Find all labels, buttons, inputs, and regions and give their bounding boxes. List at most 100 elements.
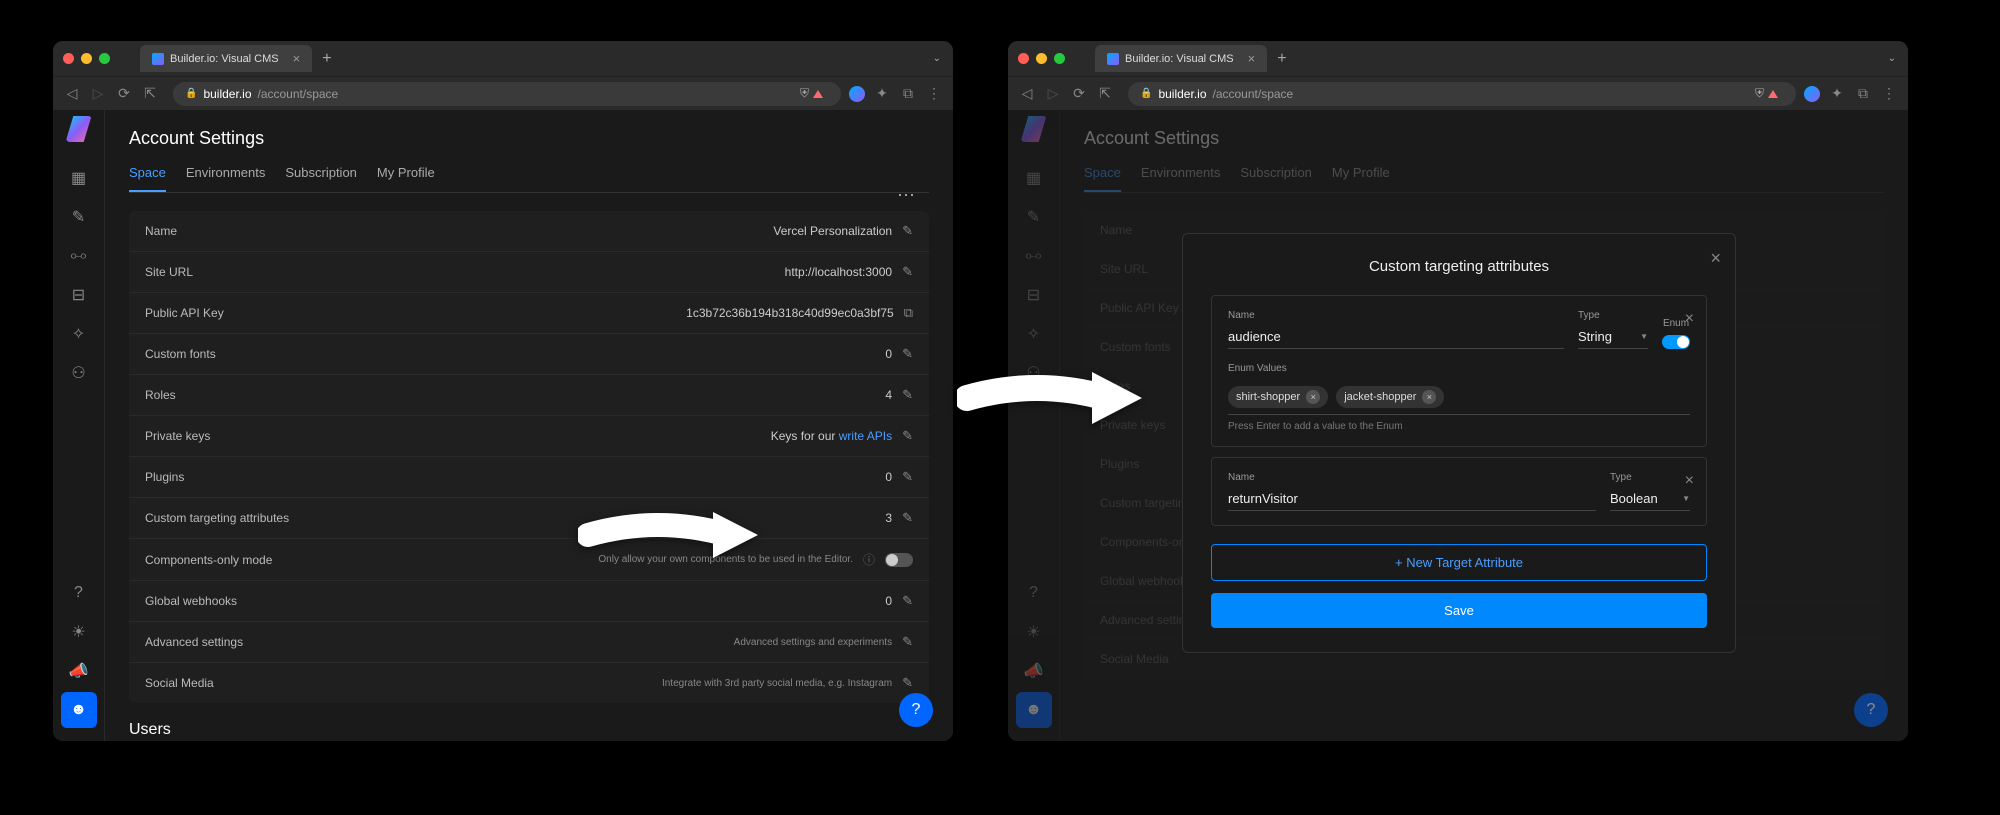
sidebar-wand-icon[interactable]: ✎ (61, 199, 97, 235)
tab-environments[interactable]: Environments (186, 165, 265, 192)
attr-type-select[interactable]: Boolean▼ (1610, 487, 1690, 511)
new-tab-button[interactable]: + (322, 50, 331, 68)
save-button[interactable]: Save (1211, 593, 1707, 628)
titlebar: Builder.io: Visual CMS × + ⌄ (53, 41, 953, 76)
tabs-dropdown-icon[interactable]: ⌄ (1888, 53, 1896, 64)
targeting-modal: × Custom targeting attributes × Name Typ… (1182, 233, 1736, 653)
chip: jacket-shopper× (1336, 386, 1444, 408)
address-input[interactable]: 🔒 builder.io/account/space ⛨ (173, 82, 841, 106)
sidebar-models-icon[interactable]: ⧟ (61, 238, 97, 274)
window-controls[interactable] (1018, 53, 1065, 64)
pencil-icon[interactable]: ✎ (902, 593, 913, 609)
reload-icon[interactable]: ⟳ (1070, 85, 1088, 102)
users-heading: Users (129, 721, 929, 739)
write-apis-link[interactable]: write APIs (839, 429, 892, 443)
reload-icon[interactable]: ⟳ (115, 85, 133, 102)
row-components-only: Components-only mode Only allow your own… (129, 539, 929, 581)
chip: shirt-shopper× (1228, 386, 1328, 408)
favicon (152, 53, 164, 65)
row-advanced: Advanced settings Advanced settings and … (129, 622, 929, 663)
bookmark-icon[interactable]: ⇱ (141, 85, 159, 102)
pencil-icon[interactable]: ✎ (902, 428, 913, 444)
row-plugins: Plugins 0✎ (129, 457, 929, 498)
pencil-icon[interactable]: ✎ (902, 264, 913, 280)
tab-my-profile[interactable]: My Profile (377, 165, 435, 192)
tab-title: Builder.io: Visual CMS (170, 53, 279, 65)
sidebar-account-icon[interactable]: ☻ (61, 692, 97, 728)
sidebar-announce-icon[interactable]: 📣 (61, 653, 97, 689)
pencil-icon[interactable]: ✎ (902, 634, 913, 650)
help-fab[interactable]: ? (1854, 693, 1888, 727)
lock-icon: 🔒 (185, 88, 197, 99)
bookmark-icon[interactable]: ⇱ (1096, 85, 1114, 102)
tab-close-icon[interactable]: × (293, 51, 301, 66)
extension-builder-icon[interactable] (849, 86, 865, 102)
enum-toggle[interactable] (1662, 335, 1690, 349)
browser-tab[interactable]: Builder.io: Visual CMS × (140, 45, 312, 72)
sidebar-data-icon[interactable]: ⊟ (61, 277, 97, 313)
menu-icon[interactable]: ⋮ (1880, 85, 1898, 102)
pip-icon[interactable]: ⧉ (1854, 85, 1872, 102)
warning-icon (1768, 90, 1778, 98)
pencil-icon[interactable]: ✎ (902, 510, 913, 526)
url-bar: ◁ ▷ ⟳ ⇱ 🔒 builder.io/account/space ⛨ ✦ ⧉… (1008, 76, 1908, 110)
address-input[interactable]: 🔒 builder.io/account/space ⛨ (1128, 82, 1796, 106)
sidebar-users-icon[interactable]: ⚇ (61, 355, 97, 391)
row-site-url: Site URL http://localhost:3000✎ (129, 252, 929, 293)
pip-icon[interactable]: ⧉ (899, 85, 917, 102)
attr-name-input[interactable] (1228, 325, 1564, 349)
attr-name-input[interactable] (1228, 487, 1596, 511)
chip-remove-icon[interactable]: × (1422, 390, 1436, 404)
new-tab-button[interactable]: + (1277, 50, 1286, 68)
app-logo (1021, 116, 1047, 142)
copy-icon[interactable]: ⧉ (904, 305, 913, 321)
sidebar-code-icon[interactable]: ✧ (61, 316, 97, 352)
nav-forward-icon: ▷ (1044, 85, 1062, 102)
warning-icon (813, 90, 823, 98)
components-only-toggle[interactable] (885, 553, 913, 567)
pencil-icon[interactable]: ✎ (902, 387, 913, 403)
browser-tab[interactable]: Builder.io: Visual CMS × (1095, 45, 1267, 72)
sidebar: ▦ ✎ ⧟ ⊟ ✧ ⚇ ? ☀ 📣 ☻ (53, 110, 105, 741)
window-controls[interactable] (63, 53, 110, 64)
extension-builder-icon[interactable] (1804, 86, 1820, 102)
titlebar: Builder.io: Visual CMS × + ⌄ (1008, 41, 1908, 76)
enum-chips[interactable]: shirt-shopper× jacket-shopper× (1228, 386, 1690, 415)
lock-icon: 🔒 (1140, 88, 1152, 99)
chip-remove-icon[interactable]: × (1306, 390, 1320, 404)
nav-back-icon[interactable]: ◁ (1018, 85, 1036, 102)
help-fab[interactable]: ? (899, 693, 933, 727)
row-custom-targeting: Custom targeting attributes 3✎ (129, 498, 929, 539)
pencil-icon[interactable]: ✎ (902, 346, 913, 362)
extensions-icon[interactable]: ✦ (873, 85, 891, 102)
nav-forward-icon: ▷ (89, 85, 107, 102)
tab-close-icon[interactable]: × (1248, 51, 1256, 66)
nav-back-icon[interactable]: ◁ (63, 85, 81, 102)
sidebar-help-icon[interactable]: ? (61, 575, 97, 611)
modal-close-icon[interactable]: × (1710, 248, 1721, 269)
tabs-dropdown-icon[interactable]: ⌄ (933, 53, 941, 64)
tab-space[interactable]: Space (129, 165, 166, 192)
attribute-box-2: × Name Type Boolean▼ (1211, 457, 1707, 526)
menu-icon[interactable]: ⋮ (925, 85, 943, 102)
row-custom-fonts: Custom fonts 0✎ (129, 334, 929, 375)
shield-icon: ⛨ (800, 86, 809, 101)
app-logo[interactable] (66, 116, 92, 142)
remove-attribute-icon[interactable]: × (1685, 310, 1694, 328)
shield-icon: ⛨ (1755, 86, 1764, 101)
attr-type-select[interactable]: String▼ (1578, 325, 1648, 349)
pencil-icon[interactable]: ✎ (902, 469, 913, 485)
pencil-icon[interactable]: ✎ (902, 675, 913, 691)
sidebar-content-icon[interactable]: ▦ (61, 160, 97, 196)
info-icon[interactable]: ⓘ (863, 551, 875, 568)
extensions-icon[interactable]: ✦ (1828, 85, 1846, 102)
site-info-badge[interactable]: ⛨ (1749, 84, 1784, 103)
row-roles: Roles 4✎ (129, 375, 929, 416)
new-attribute-button[interactable]: + New Target Attribute (1211, 544, 1707, 581)
card-menu-icon[interactable]: ⋯ (897, 185, 917, 206)
site-info-badge[interactable]: ⛨ (794, 84, 829, 103)
sidebar-theme-icon[interactable]: ☀ (61, 614, 97, 650)
tab-subscription[interactable]: Subscription (285, 165, 357, 192)
pencil-icon[interactable]: ✎ (902, 223, 913, 239)
remove-attribute-icon[interactable]: × (1685, 472, 1694, 490)
